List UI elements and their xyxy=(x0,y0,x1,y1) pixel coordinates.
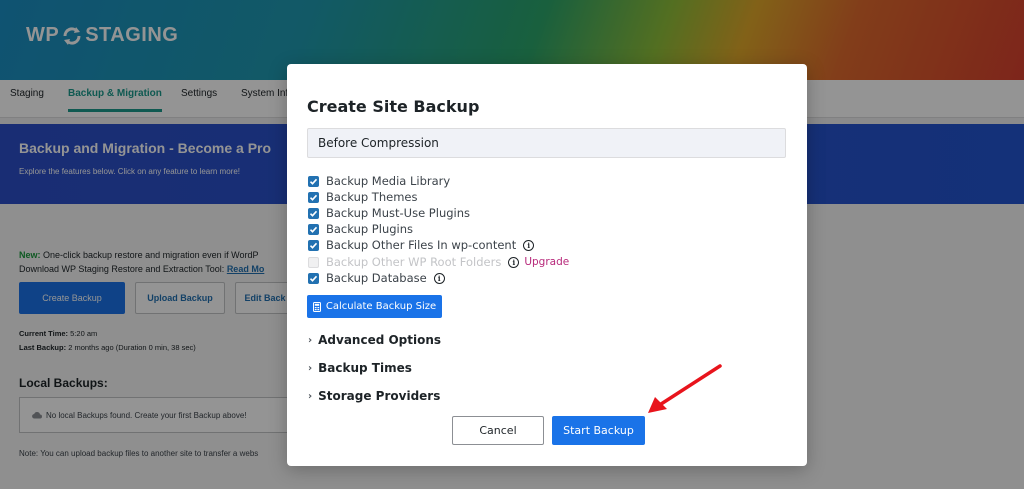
option-plugins[interactable]: Backup Plugins xyxy=(308,222,413,236)
option-label: Backup Themes xyxy=(326,190,418,204)
option-wp-content[interactable]: Backup Other Files In wp-content i xyxy=(308,238,535,252)
upgrade-link[interactable]: Upgrade xyxy=(524,256,569,268)
storage-providers-toggle[interactable]: › Storage Providers xyxy=(308,389,440,403)
chevron-right-icon: › xyxy=(308,362,313,374)
red-arrow-annotation xyxy=(648,364,722,413)
checkbox-checked-icon[interactable] xyxy=(308,191,319,203)
calculate-label: Calculate Backup Size xyxy=(325,301,437,312)
option-label: Backup Plugins xyxy=(326,222,414,236)
calculate-backup-size-button[interactable]: Calculate Backup Size xyxy=(307,295,442,318)
option-label: Backup Other Files In wp-content xyxy=(326,238,517,252)
backup-name-input[interactable] xyxy=(307,128,786,158)
chevron-right-icon: › xyxy=(308,334,313,346)
option-label: Backup Must-Use Plugins xyxy=(326,206,471,220)
option-label: Backup Media Library xyxy=(326,174,451,188)
option-database[interactable]: Backup Database i xyxy=(308,271,445,285)
advanced-options-toggle[interactable]: › Advanced Options xyxy=(308,333,441,347)
checkbox-checked-icon[interactable] xyxy=(308,175,319,187)
section-label: Backup Times xyxy=(318,361,412,375)
section-label: Advanced Options xyxy=(318,333,442,347)
option-root-folders: Backup Other WP Root Folders i Upgrade xyxy=(308,255,569,269)
start-backup-button[interactable]: Start Backup xyxy=(552,416,645,445)
info-icon[interactable]: i xyxy=(523,239,535,251)
checkbox-checked-icon[interactable] xyxy=(308,207,319,219)
option-label: Backup Other WP Root Folders xyxy=(326,255,502,269)
create-backup-modal: Create Site Backup Backup Media Library … xyxy=(287,64,807,466)
option-label: Backup Database xyxy=(326,271,427,285)
backup-times-toggle[interactable]: › Backup Times xyxy=(308,361,412,375)
option-themes[interactable]: Backup Themes xyxy=(308,190,417,204)
info-icon[interactable]: i xyxy=(433,272,445,284)
calculator-icon xyxy=(312,301,321,312)
checkbox-checked-icon[interactable] xyxy=(308,272,319,284)
checkbox-checked-icon[interactable] xyxy=(308,223,319,235)
modal-title: Create Site Backup xyxy=(307,97,480,116)
option-media-library[interactable]: Backup Media Library xyxy=(308,174,450,188)
checkbox-disabled-icon xyxy=(308,256,319,268)
checkbox-checked-icon[interactable] xyxy=(308,239,319,251)
chevron-right-icon: › xyxy=(308,390,313,402)
option-mu-plugins[interactable]: Backup Must-Use Plugins xyxy=(308,206,470,220)
cancel-button[interactable]: Cancel xyxy=(452,416,544,445)
section-label: Storage Providers xyxy=(318,389,441,403)
info-icon[interactable]: i xyxy=(508,256,520,268)
